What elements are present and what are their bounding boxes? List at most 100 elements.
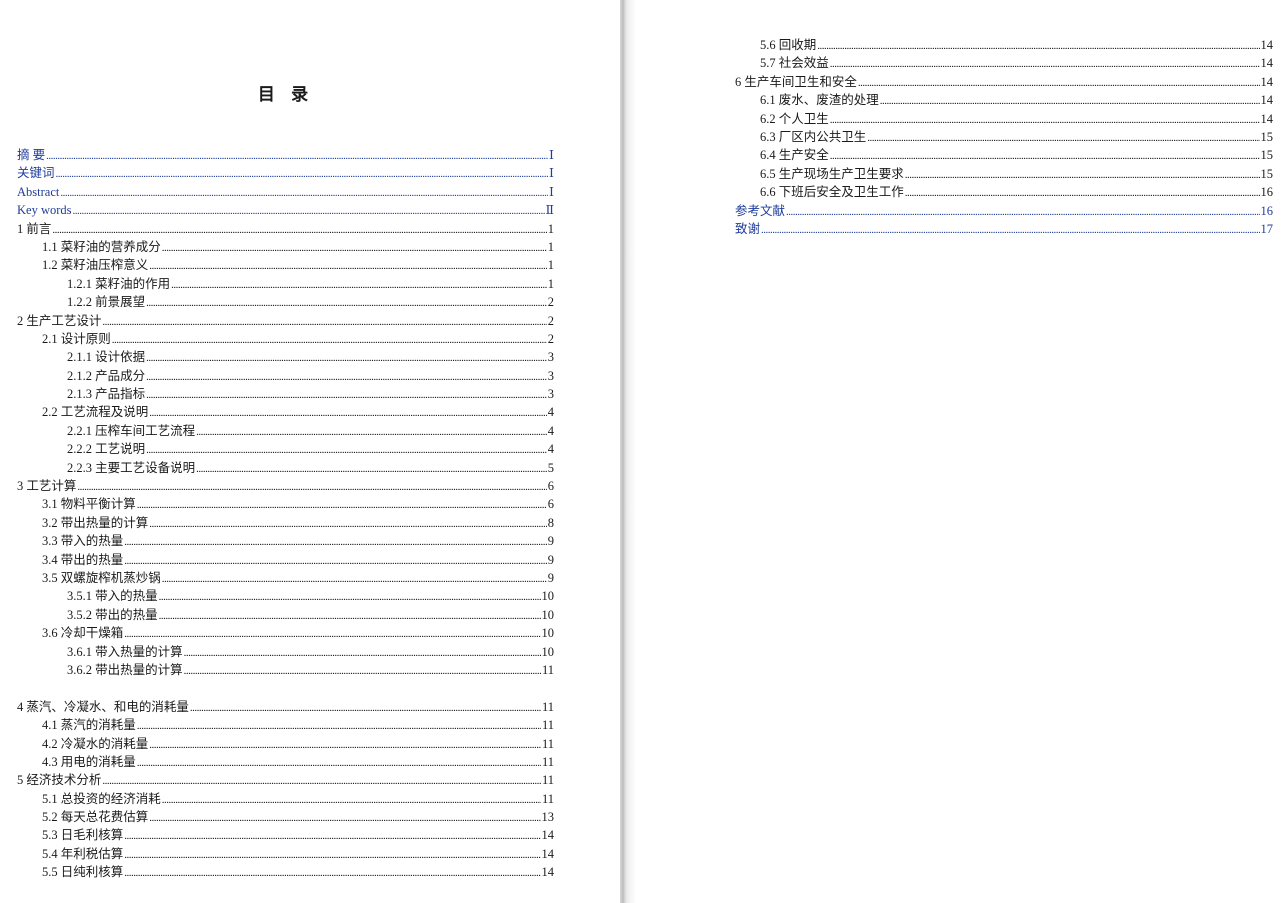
toc-entry-label: 5.1 总投资的经济消耗 bbox=[42, 791, 161, 806]
toc-entry-label: 5.3 日毛利核算 bbox=[42, 828, 124, 843]
toc-entry-page-number: 11 bbox=[541, 662, 554, 677]
toc-entry[interactable]: 1.2 菜籽油压榨意义.............................… bbox=[17, 256, 554, 274]
toc-entry[interactable]: 2.2.2 工艺说明..............................… bbox=[17, 440, 554, 458]
toc-entry[interactable]: 3.5 双螺旋榨机蒸炒锅............................… bbox=[17, 569, 554, 587]
toc-entry[interactable]: 4.2 冷凝水的消耗量.............................… bbox=[17, 735, 554, 753]
toc-leader-dots: ........................................… bbox=[124, 867, 541, 880]
toc-entry[interactable]: 参考文献....................................… bbox=[735, 202, 1273, 220]
toc-entry[interactable]: 5.2 每天总花费估算.............................… bbox=[17, 808, 554, 826]
toc-entry[interactable]: 3.6.2 带出热量的计算...........................… bbox=[17, 661, 554, 679]
toc-entry[interactable]: 2.1 设计原则................................… bbox=[17, 330, 554, 348]
toc-entry-page-number: 10 bbox=[541, 626, 555, 641]
toc-entry[interactable]: Abstract................................… bbox=[17, 183, 554, 201]
toc-entry-page-number: 1 bbox=[547, 239, 554, 254]
toc-entry[interactable]: 6 生产车间卫生和安全.............................… bbox=[735, 73, 1273, 91]
toc-entry[interactable]: 3.1 物料平衡计算..............................… bbox=[17, 495, 554, 513]
toc-entry[interactable]: 2.1.3 产品指标..............................… bbox=[17, 385, 554, 403]
toc-entry-label: 6.6 下班后安全及卫生工作 bbox=[760, 185, 904, 200]
toc-entry-page-number: 5 bbox=[547, 460, 554, 475]
toc-entry[interactable]: 2.2.1 压榨车间工艺流程..........................… bbox=[17, 422, 554, 440]
toc-entry[interactable]: 3.2 带出热量的计算.............................… bbox=[17, 514, 554, 532]
toc-leader-dots: ........................................… bbox=[829, 58, 1260, 71]
toc-entry-page-number: 10 bbox=[541, 589, 555, 604]
toc-entry-label: 5.5 日纯利核算 bbox=[42, 865, 124, 880]
toc-entry[interactable]: 5 经济技术分析................................… bbox=[17, 771, 554, 789]
toc-entry[interactable]: 3.5.2 带出的热量.............................… bbox=[17, 606, 554, 624]
toc-entry[interactable]: 3.3 带入的热量...............................… bbox=[17, 532, 554, 550]
toc-entry[interactable]: 5.3 日毛利核算...............................… bbox=[17, 826, 554, 844]
toc-entry[interactable]: 3.6.1 带入热量的计算...........................… bbox=[17, 643, 554, 661]
toc-entry[interactable]: 6.6 下班后安全及卫生工作..........................… bbox=[735, 183, 1273, 201]
toc-entry-label: 2.1.1 设计依据 bbox=[67, 350, 146, 365]
toc-entry[interactable]: 1.1 菜籽油的营养成分............................… bbox=[17, 238, 554, 256]
toc-entry-page-number: 4 bbox=[547, 442, 554, 457]
toc-entry[interactable]: 6.3 厂区内公共卫生.............................… bbox=[735, 128, 1273, 146]
toc-leader-dots: ........................................… bbox=[146, 297, 547, 310]
toc-entry[interactable]: 4.1 蒸汽的消耗量..............................… bbox=[17, 716, 554, 734]
toc-leader-dots: ........................................… bbox=[77, 481, 546, 494]
toc-entry-page-number: Ⅰ bbox=[549, 184, 554, 199]
toc-entry-label: 2.2.1 压榨车间工艺流程 bbox=[67, 423, 196, 438]
toc-entry[interactable]: 关键词.....................................… bbox=[17, 164, 554, 182]
toc-entry-label: 3.3 带入的热量 bbox=[42, 534, 124, 549]
toc-entry-label: 4 蒸汽、冷凝水、和电的消耗量 bbox=[17, 699, 189, 714]
toc-entry[interactable]: 2.2.3 主要工艺设备说明..........................… bbox=[17, 459, 554, 477]
toc-entry[interactable]: Key words...............................… bbox=[17, 201, 554, 219]
toc-entry[interactable]: 6.1 废水、废渣的处理............................… bbox=[735, 91, 1273, 109]
toc-entry-label: 6.3 厂区内公共卫生 bbox=[760, 129, 867, 144]
toc-leader-dots: ........................................… bbox=[761, 223, 1259, 236]
toc-entry-label: 3.1 物料平衡计算 bbox=[42, 497, 136, 512]
toc-leader-dots: ........................................… bbox=[124, 554, 547, 567]
toc-entry-page-number: 14 bbox=[1260, 74, 1274, 89]
toc-entry-label: 3.6.1 带入热量的计算 bbox=[67, 644, 183, 659]
toc-entry[interactable]: 6.5 生产现场生产卫生要求..........................… bbox=[735, 165, 1273, 183]
toc-entry-label: 参考文献 bbox=[735, 203, 786, 218]
toc-entry[interactable]: 致谢......................................… bbox=[735, 220, 1273, 238]
toc-entry[interactable]: 3 工艺计算..................................… bbox=[17, 477, 554, 495]
toc-entry[interactable]: 2.1.1 设计依据..............................… bbox=[17, 348, 554, 366]
toc-leader-dots: ........................................… bbox=[189, 701, 541, 714]
toc-entry-page-number: 2 bbox=[547, 331, 554, 346]
toc-entry-page-number: 16 bbox=[1260, 185, 1274, 200]
toc-entry-label: 1.2.2 前景展望 bbox=[67, 295, 146, 310]
toc-leader-dots: ........................................… bbox=[158, 591, 541, 604]
toc-entry[interactable]: 3.5.1 带入的热量.............................… bbox=[17, 587, 554, 605]
toc-entry[interactable]: 5.6 回收期.................................… bbox=[735, 36, 1273, 54]
toc-entry-page-number: 11 bbox=[541, 773, 554, 788]
toc-entry[interactable]: 5.5 日纯利核算...............................… bbox=[17, 863, 554, 881]
toc-entry-page-number: Ⅰ bbox=[549, 166, 554, 181]
toc-entry-label: 3.5.2 带出的热量 bbox=[67, 607, 158, 622]
toc-leader-dots: ........................................… bbox=[124, 830, 541, 843]
toc-entry-label: 4.2 冷凝水的消耗量 bbox=[42, 736, 149, 751]
toc-entry[interactable]: 3.6 冷却干燥箱...............................… bbox=[17, 624, 554, 642]
toc-entry-page-number: 9 bbox=[547, 534, 554, 549]
toc-entry-page-number: 1 bbox=[547, 221, 554, 236]
toc-entry-label: 1 前言 bbox=[17, 221, 52, 236]
toc-entry[interactable]: 2.1.2 产品成分..............................… bbox=[17, 367, 554, 385]
toc-entry-page-number: 2 bbox=[547, 295, 554, 310]
toc-entry[interactable]: 摘 要.....................................… bbox=[17, 146, 554, 164]
toc-entry[interactable]: 5.7 社会效益................................… bbox=[735, 54, 1273, 72]
toc-entry[interactable]: 5.4 年利税估算...............................… bbox=[17, 845, 554, 863]
toc-entry[interactable]: 5.1 总投资的经济消耗............................… bbox=[17, 790, 554, 808]
toc-entry-label: 关键词 bbox=[17, 166, 55, 181]
toc-entry[interactable]: 6.2 个人卫生................................… bbox=[735, 110, 1273, 128]
toc-entry-page-number: 13 bbox=[541, 810, 555, 825]
toc-leader-dots: ........................................… bbox=[124, 536, 547, 549]
toc-entry[interactable]: 4 蒸汽、冷凝水、和电的消耗量.........................… bbox=[17, 698, 554, 716]
toc-entry[interactable]: 1.2.1 菜籽油的作用............................… bbox=[17, 275, 554, 293]
toc-entry[interactable]: 3.4 带出的热量...............................… bbox=[17, 551, 554, 569]
toc-entry[interactable]: 2.2 工艺流程及说明.............................… bbox=[17, 403, 554, 421]
toc-entry[interactable]: 6.4 生产安全................................… bbox=[735, 146, 1273, 164]
toc-entry[interactable]: 1.2.2 前景展望..............................… bbox=[17, 293, 554, 311]
toc-leader-dots: ........................................… bbox=[183, 664, 541, 677]
toc-entry-label: 1.2 菜籽油压榨意义 bbox=[42, 258, 149, 273]
toc-entry[interactable]: 2 生产工艺设计................................… bbox=[17, 312, 554, 330]
toc-leader-dots: ........................................… bbox=[196, 425, 547, 438]
toc-entry[interactable]: 1 前言....................................… bbox=[17, 220, 554, 238]
toc-entry[interactable]: 4.3 用电的消耗量..............................… bbox=[17, 753, 554, 771]
toc-entry-page-number: 17 bbox=[1260, 221, 1274, 236]
toc-entry-page-number: 1 bbox=[547, 276, 554, 291]
toc-entry-label: 5.6 回收期 bbox=[760, 38, 817, 52]
toc-entry-label: 5.4 年利税估算 bbox=[42, 846, 124, 861]
